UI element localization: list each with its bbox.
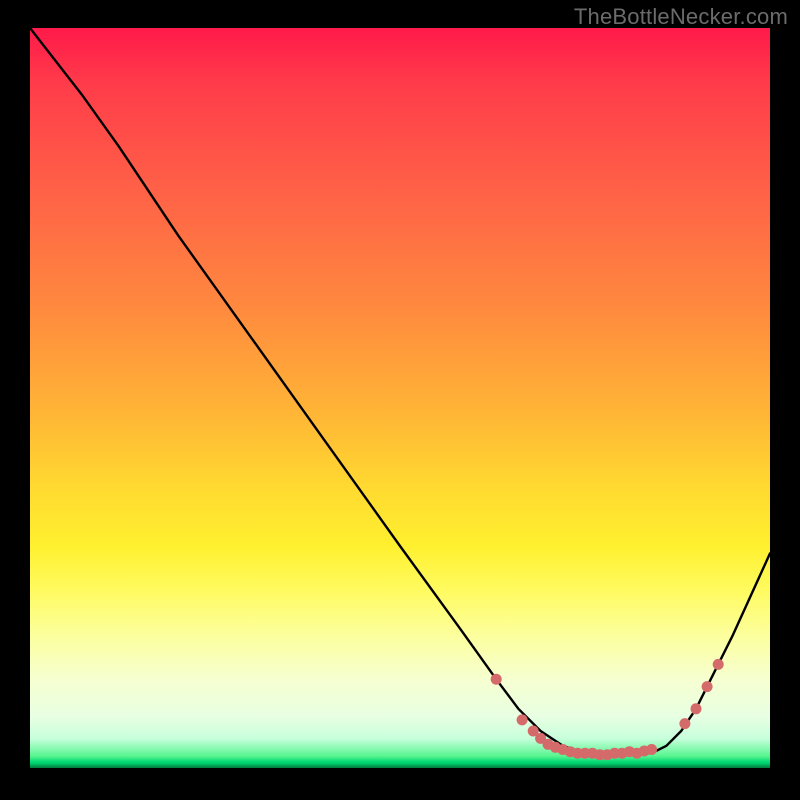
- curve-marker: [517, 714, 528, 725]
- curve-marker: [646, 744, 657, 755]
- curve-marker: [691, 703, 702, 714]
- watermark-text: TheBottleNecker.com: [574, 4, 788, 30]
- plot-area: [30, 28, 770, 768]
- curve-marker: [491, 674, 502, 685]
- chart-stage: TheBottleNecker.com: [0, 0, 800, 800]
- curve-markers: [491, 659, 724, 760]
- curve-marker: [702, 681, 713, 692]
- curve-marker: [679, 718, 690, 729]
- curve-marker: [713, 659, 724, 670]
- chart-svg: [30, 28, 770, 768]
- bottleneck-curve-line: [30, 28, 770, 753]
